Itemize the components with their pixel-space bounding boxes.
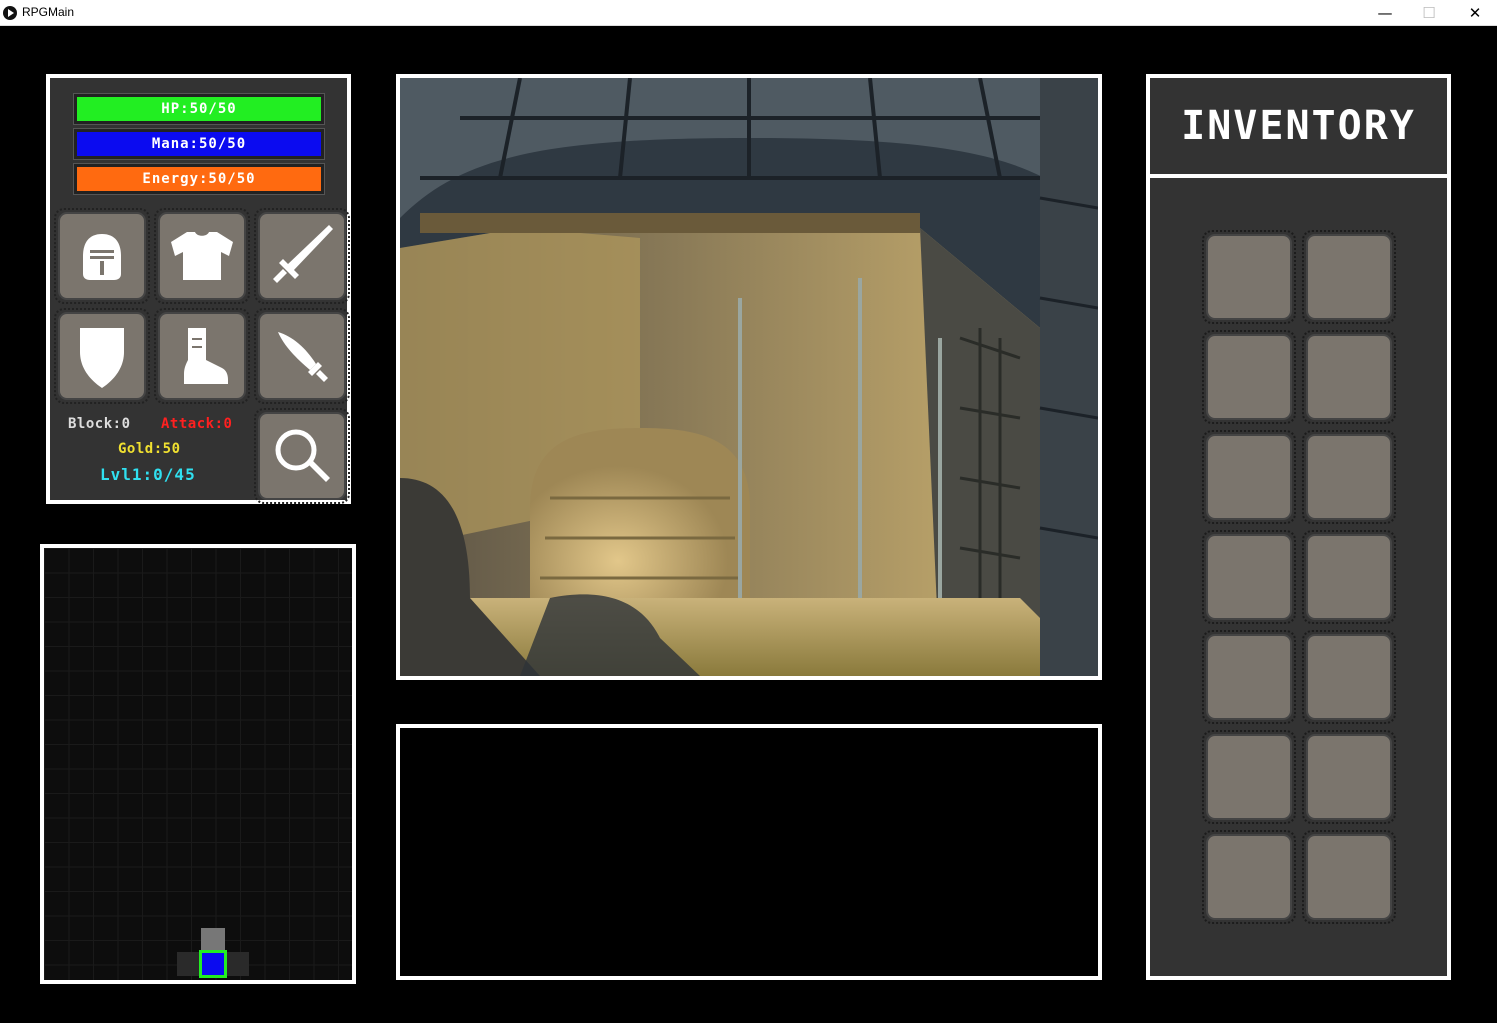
helmet-slot[interactable]: [54, 208, 150, 304]
stats-panel: HP:50/50 Mana:50/50 Energy:50/50 Block:0…: [46, 74, 351, 504]
message-log: [396, 724, 1102, 980]
sword-icon: [273, 225, 333, 283]
inventory-slot[interactable]: [1302, 330, 1396, 424]
mana-bar: Mana:50/50: [74, 129, 324, 159]
weapon-slot[interactable]: [254, 208, 350, 304]
inspect-button[interactable]: [254, 408, 350, 504]
dagger-icon: [278, 332, 328, 382]
window-title: RPGMain: [22, 5, 75, 19]
minimap: [40, 544, 356, 984]
map-room-explored: [201, 928, 225, 952]
boot-icon: [184, 328, 228, 384]
inventory-slot[interactable]: [1202, 830, 1296, 924]
window-titlebar: RPGMain — ☐ ✕: [0, 0, 1497, 26]
inventory-title: INVENTORY: [1150, 78, 1447, 178]
close-button[interactable]: ✕: [1452, 0, 1497, 26]
inventory-panel: INVENTORY: [1146, 74, 1451, 980]
map-room-adjacent: [225, 952, 249, 976]
inventory-slot[interactable]: [1302, 830, 1396, 924]
inventory-slot[interactable]: [1202, 630, 1296, 724]
chest-slot[interactable]: [154, 208, 250, 304]
inventory-slot[interactable]: [1202, 730, 1296, 824]
inventory-slot[interactable]: [1202, 530, 1296, 624]
map-room-adjacent: [177, 952, 201, 976]
player-marker: [199, 950, 227, 978]
helmet-icon: [83, 234, 121, 280]
inventory-slot[interactable]: [1302, 430, 1396, 524]
level-stat: Lvl1:0/45: [100, 465, 196, 484]
inventory-slot[interactable]: [1302, 530, 1396, 624]
dungeon-scene: [396, 74, 1102, 680]
inventory-slot[interactable]: [1302, 230, 1396, 324]
inventory-slot[interactable]: [1202, 330, 1296, 424]
offhand-slot[interactable]: [254, 308, 350, 404]
magnifier-icon: [275, 429, 330, 482]
inventory-slot[interactable]: [1302, 630, 1396, 724]
shield-icon: [80, 328, 124, 388]
inventory-slot[interactable]: [1202, 430, 1296, 524]
dungeon-corridor-image: [400, 78, 1098, 676]
block-stat: Block:0: [68, 416, 131, 432]
energy-bar: Energy:50/50: [74, 164, 324, 194]
shield-slot[interactable]: [54, 308, 150, 404]
attack-stat: Attack:0: [161, 416, 233, 432]
app-play-icon: [3, 6, 17, 20]
minimize-button[interactable]: —: [1362, 0, 1408, 26]
chestplate-icon: [171, 232, 233, 280]
hp-bar: HP:50/50: [74, 94, 324, 124]
boots-slot[interactable]: [154, 308, 250, 404]
maximize-button[interactable]: ☐: [1406, 0, 1452, 26]
inventory-slot[interactable]: [1202, 230, 1296, 324]
inventory-slot[interactable]: [1302, 730, 1396, 824]
gold-stat: Gold:50: [118, 441, 181, 457]
